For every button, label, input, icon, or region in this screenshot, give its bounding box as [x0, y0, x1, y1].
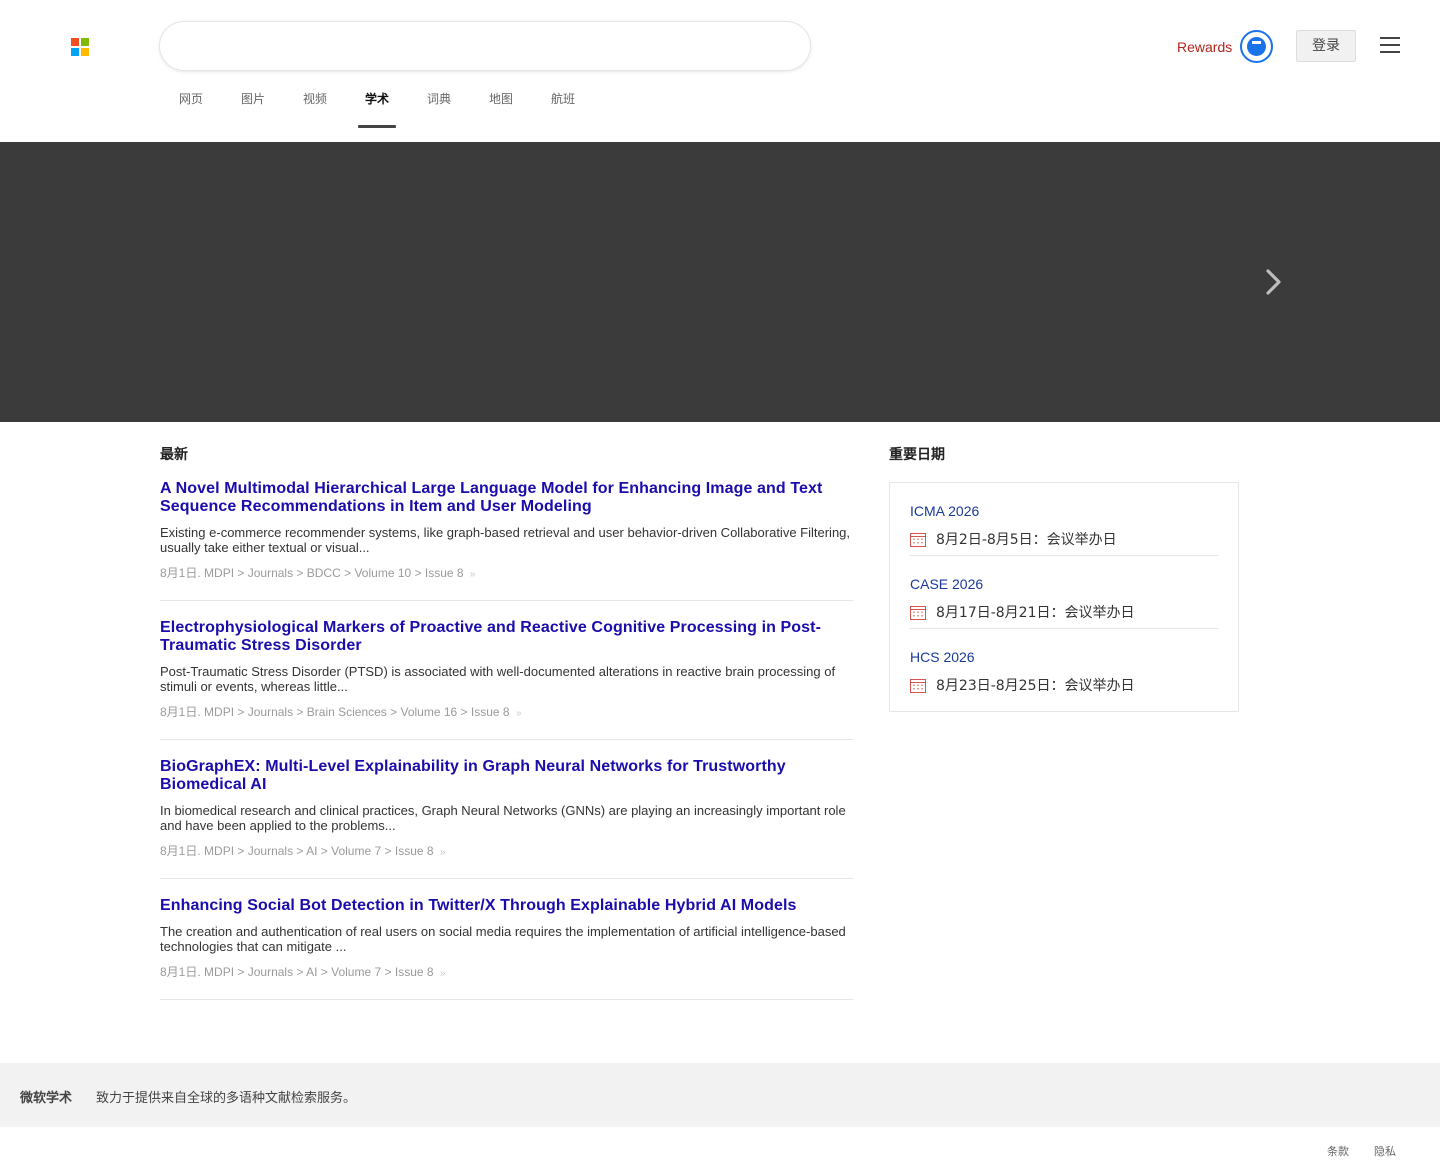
login-button[interactable]: 登录: [1296, 30, 1356, 62]
tab-academic[interactable]: 学术: [346, 86, 408, 128]
calendar-icon: [910, 605, 926, 620]
calendar-icon: [910, 678, 926, 693]
logo-square-red: [71, 38, 79, 46]
calendar-icon: [910, 532, 926, 547]
logo-square-yellow: [81, 48, 89, 56]
footer: 微软学术 致力于提供来自全球的多语种文献检索服务。: [0, 1063, 1440, 1127]
logo-square-green: [81, 38, 89, 46]
conference-item: CASE 2026 8月17日-8月21日：会议举办日: [910, 556, 1218, 629]
source-link[interactable]: Issue 8: [471, 705, 510, 719]
article-date: 8月1日.: [160, 844, 201, 858]
article-meta: 8月1日. MDPI > Journals > Brain Sciences >…: [160, 705, 522, 719]
rewards-link[interactable]: Rewards: [1177, 36, 1232, 58]
article-date: 8月1日.: [160, 705, 201, 719]
source-link[interactable]: Volume 10: [354, 566, 411, 580]
logo-square-blue: [71, 48, 79, 56]
conference-date-row: 8月23日-8月25日：会议举办日: [910, 675, 1218, 695]
source-link[interactable]: Volume 7: [331, 844, 381, 858]
article-item: Enhancing Social Bot Detection in Twitte…: [160, 897, 853, 1000]
conference-date-row: 8月2日-8月5日：会议举办日: [910, 529, 1218, 549]
article-meta: 8月1日. MDPI > Journals > BDCC > Volume 10…: [160, 566, 476, 580]
footer-description: 致力于提供来自全球的多语种文献检索服务。: [96, 1091, 357, 1106]
search-input[interactable]: [182, 22, 782, 70]
source-link[interactable]: Brain Sciences: [307, 705, 387, 719]
article-title-link[interactable]: A Novel Multimodal Hierarchical Large La…: [160, 480, 853, 516]
tab-web[interactable]: 网页: [160, 86, 222, 120]
double-chevron-right-icon[interactable]: »: [516, 708, 522, 719]
source-link[interactable]: MDPI: [204, 705, 234, 719]
conference-name-link[interactable]: HCS 2026: [910, 649, 1218, 665]
tab-maps[interactable]: 地图: [470, 86, 532, 120]
tab-images[interactable]: 图片: [222, 86, 284, 120]
latest-articles-list: A Novel Multimodal Hierarchical Large La…: [160, 480, 853, 1018]
source-link[interactable]: Journals: [248, 566, 293, 580]
rewards-medal-icon[interactable]: [1240, 30, 1273, 63]
article-item: A Novel Multimodal Hierarchical Large La…: [160, 480, 853, 601]
conference-date-text: 8月23日-8月25日：会议举办日: [936, 678, 1135, 694]
article-title-link[interactable]: BioGraphEX: Multi-Level Explainability i…: [160, 758, 853, 794]
conference-date-text: 8月17日-8月21日：会议举办日: [936, 605, 1135, 621]
important-dates-title: 重要日期: [889, 447, 945, 463]
conference-name-link[interactable]: ICMA 2026: [910, 503, 1218, 519]
article-title-link[interactable]: Enhancing Social Bot Detection in Twitte…: [160, 897, 853, 915]
conference-item: HCS 2026 8月23日-8月25日：会议举办日: [910, 629, 1218, 702]
source-link[interactable]: AI: [306, 844, 317, 858]
tab-videos[interactable]: 视频: [284, 86, 346, 120]
latest-section-title: 最新: [160, 447, 188, 463]
article-snippet: Existing e-commerce recommender systems,…: [160, 525, 851, 555]
double-chevron-right-icon[interactable]: »: [440, 968, 446, 979]
article-meta: 8月1日. MDPI > Journals > AI > Volume 7 > …: [160, 844, 446, 858]
footer-brand: 微软学术: [20, 1091, 73, 1106]
source-link[interactable]: Journals: [248, 844, 293, 858]
header: 网页 图片 视频 学术 词典 地图 航班 Rewards 登录: [0, 0, 1440, 142]
terms-link[interactable]: 条款: [1327, 1143, 1349, 1159]
source-link[interactable]: Issue 8: [425, 566, 464, 580]
article-snippet: The creation and authentication of real …: [160, 924, 846, 954]
tab-flights[interactable]: 航班: [532, 86, 594, 120]
article-snippet: Post-Traumatic Stress Disorder (PTSD) is…: [160, 664, 836, 694]
source-link[interactable]: MDPI: [204, 965, 234, 979]
source-link[interactable]: Issue 8: [395, 844, 434, 858]
article-date: 8月1日.: [160, 566, 201, 580]
article-meta: 8月1日. MDPI > Journals > AI > Volume 7 > …: [160, 965, 446, 979]
search-box: [160, 22, 810, 70]
source-link[interactable]: Journals: [248, 705, 293, 719]
conference-date-row: 8月17日-8月21日：会议举办日: [910, 602, 1218, 622]
conference-date-text: 8月2日-8月5日：会议举办日: [936, 532, 1117, 548]
source-link[interactable]: AI: [306, 965, 317, 979]
tab-dictionary[interactable]: 词典: [408, 86, 470, 120]
source-link[interactable]: Issue 8: [395, 965, 434, 979]
privacy-link[interactable]: 隐私: [1374, 1143, 1396, 1159]
article-title-link[interactable]: Electrophysiological Markers of Proactiv…: [160, 619, 853, 655]
conference-name-link[interactable]: CASE 2026: [910, 576, 1218, 592]
hamburger-menu-icon[interactable]: [1380, 37, 1400, 55]
article-snippet: In biomedical research and clinical prac…: [160, 803, 846, 833]
article-date: 8月1日.: [160, 965, 201, 979]
important-dates-panel: ICMA 2026 8月2日-8月5日：会议举办日 CASE 2026 8月17…: [889, 482, 1239, 712]
source-link[interactable]: Journals: [248, 965, 293, 979]
chevron-right-icon[interactable]: [1260, 266, 1286, 298]
conference-item: ICMA 2026 8月2日-8月5日：会议举办日: [910, 483, 1218, 556]
source-link[interactable]: MDPI: [204, 844, 234, 858]
microsoft-logo-icon[interactable]: [71, 38, 89, 56]
scope-tabs: 网页 图片 视频 学术 词典 地图 航班: [160, 86, 594, 128]
source-link[interactable]: BDCC: [307, 566, 341, 580]
source-link[interactable]: Volume 16: [401, 705, 458, 719]
hero-banner: [0, 142, 1440, 422]
double-chevron-right-icon[interactable]: »: [440, 847, 446, 858]
article-item: Electrophysiological Markers of Proactiv…: [160, 619, 853, 740]
source-link[interactable]: Volume 7: [331, 965, 381, 979]
double-chevron-right-icon[interactable]: »: [470, 569, 476, 580]
source-link[interactable]: MDPI: [204, 566, 234, 580]
article-item: BioGraphEX: Multi-Level Explainability i…: [160, 758, 853, 879]
